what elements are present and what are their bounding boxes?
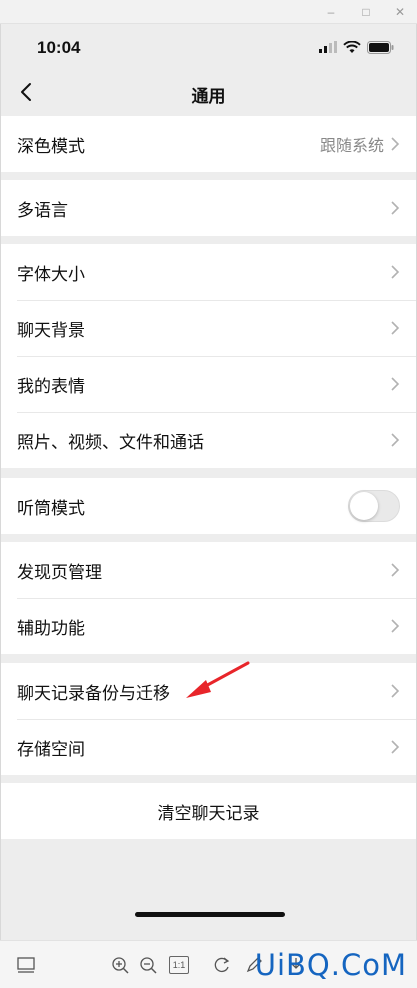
watermark: UiBQ.CoM <box>254 948 407 982</box>
group-dark-mode: 深色模式 跟随系统 <box>1 116 416 172</box>
window-title-bar: – □ ✕ <box>0 0 417 24</box>
earpiece-toggle[interactable] <box>348 490 400 522</box>
row-value: 跟随系统 <box>319 138 384 155</box>
row-label: 聊天记录备份与迁移 <box>17 683 170 703</box>
clear-label: 清空聊天记录 <box>157 803 260 823</box>
toggle-knob <box>350 492 378 520</box>
chevron-right-icon <box>391 684 400 698</box>
row-label: 存储空间 <box>17 739 85 759</box>
phone-screen: 10:04 通用 深色模式 跟随系统 多语言 字体大小 聊天背景 我的表情 照片… <box>0 24 417 940</box>
chevron-right-icon <box>391 201 400 215</box>
rotate-icon[interactable] <box>212 955 232 975</box>
zoom-in-icon[interactable] <box>110 955 130 975</box>
row-my-stickers[interactable]: 我的表情 <box>1 356 416 412</box>
row-label: 深色模式 <box>17 136 85 156</box>
row-accessibility[interactable]: 辅助功能 <box>1 598 416 654</box>
group-earpiece: 听筒模式 <box>1 478 416 534</box>
page-title: 通用 <box>191 87 226 106</box>
group-language: 多语言 <box>1 180 416 236</box>
chevron-right-icon <box>391 377 400 391</box>
row-label: 聊天背景 <box>17 320 85 340</box>
wifi-icon <box>343 40 361 53</box>
chevron-right-icon <box>391 740 400 754</box>
chevron-right-icon <box>391 433 400 447</box>
row-language[interactable]: 多语言 <box>1 180 416 236</box>
status-icons <box>319 40 394 54</box>
group-discover: 发现页管理 辅助功能 <box>1 542 416 654</box>
row-label: 我的表情 <box>17 376 85 396</box>
row-font-size[interactable]: 字体大小 <box>1 244 416 300</box>
row-earpiece-mode: 听筒模式 <box>1 478 416 534</box>
nav-bar: 通用 <box>1 70 416 116</box>
screen-icon[interactable] <box>16 955 36 975</box>
minimize-icon[interactable]: – <box>323 4 339 20</box>
row-media[interactable]: 照片、视频、文件和通话 <box>1 412 416 468</box>
row-discover-management[interactable]: 发现页管理 <box>1 542 416 598</box>
annotation-arrow-icon <box>186 661 250 698</box>
chevron-right-icon <box>391 137 400 151</box>
battery-icon <box>367 40 394 54</box>
row-label: 多语言 <box>17 200 68 220</box>
row-label: 发现页管理 <box>17 562 102 582</box>
home-indicator[interactable] <box>135 912 285 917</box>
signal-icon <box>319 41 337 53</box>
status-time: 10:04 <box>37 38 81 57</box>
group-display: 字体大小 聊天背景 我的表情 照片、视频、文件和通话 <box>1 244 416 468</box>
chevron-right-icon <box>391 619 400 633</box>
row-dark-mode[interactable]: 深色模式 跟随系统 <box>1 116 416 172</box>
row-chat-background[interactable]: 聊天背景 <box>1 300 416 356</box>
zoom-out-icon[interactable] <box>138 955 158 975</box>
status-bar: 10:04 <box>1 24 416 70</box>
close-icon[interactable]: ✕ <box>392 4 408 20</box>
actual-size-button[interactable]: 1:1 <box>169 956 189 974</box>
chevron-right-icon <box>391 321 400 335</box>
chevron-right-icon <box>391 563 400 577</box>
row-label: 辅助功能 <box>17 618 85 638</box>
clear-chat-history-button[interactable]: 清空聊天记录 <box>1 783 416 839</box>
maximize-icon[interactable]: □ <box>358 4 374 20</box>
row-label: 听筒模式 <box>17 498 85 518</box>
row-label: 字体大小 <box>17 264 85 284</box>
group-clear: 清空聊天记录 <box>1 783 416 839</box>
chevron-right-icon <box>391 265 400 279</box>
row-label: 照片、视频、文件和通话 <box>17 432 204 452</box>
row-storage-space[interactable]: 存储空间 <box>1 719 416 775</box>
